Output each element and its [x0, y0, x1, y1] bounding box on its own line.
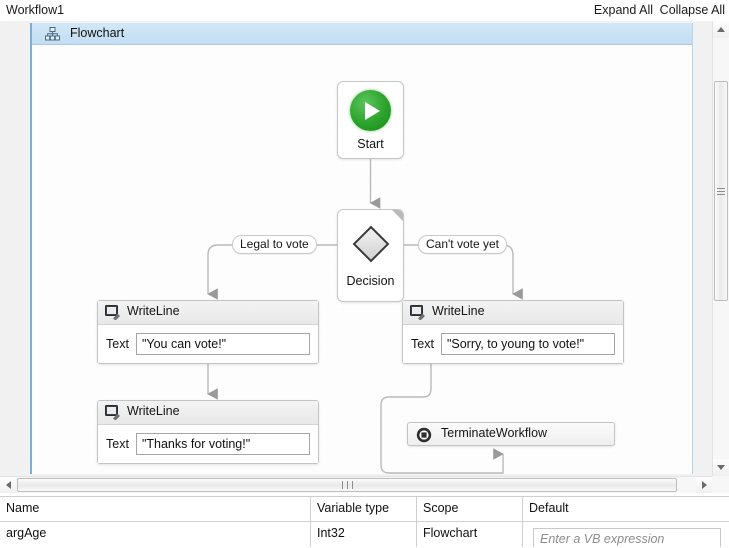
- terminate-icon: [416, 427, 432, 443]
- scroll-right-button[interactable]: [696, 477, 712, 493]
- variable-scope-cell[interactable]: Flowchart: [417, 522, 523, 547]
- scrollbar-corner: [712, 476, 729, 493]
- node-terminate-workflow[interactable]: TerminateWorkflow: [407, 422, 615, 446]
- writeline-thanks-body: Text "Thanks for voting!": [98, 425, 318, 463]
- node-writeline-left[interactable]: WriteLine Text "You can vote!": [97, 300, 319, 364]
- writeline-right-text-input[interactable]: "Sorry, to young to vote!": [440, 333, 615, 355]
- branch-label-true[interactable]: Legal to vote: [232, 235, 317, 254]
- flowchart-label: Flowchart: [70, 26, 125, 40]
- writeline-icon: [105, 405, 121, 421]
- table-row[interactable]: argAge Int32 Flowchart Enter a VB expres…: [0, 522, 729, 547]
- variable-default-input[interactable]: Enter a VB expression: [533, 528, 721, 547]
- node-decision[interactable]: Decision: [337, 209, 404, 302]
- top-bar: Workflow1 Expand All Collapse All: [0, 0, 729, 21]
- decision-label: Decision: [346, 274, 395, 288]
- column-header-scope[interactable]: Scope: [417, 497, 523, 521]
- scroll-down-button[interactable]: [713, 459, 729, 476]
- writeline-left-text-label: Text: [106, 337, 129, 351]
- writeline-icon: [410, 305, 426, 321]
- variable-default-cell: Enter a VB expression: [523, 522, 729, 547]
- workflow-designer: Flowchart Start Decision Legal to vote C…: [0, 21, 729, 476]
- scroll-up-button[interactable]: [713, 21, 729, 38]
- writeline-left-title: WriteLine: [127, 304, 180, 318]
- flowchart-canvas[interactable]: Start Decision Legal to vote Can't vote …: [32, 45, 692, 474]
- writeline-icon: [105, 305, 121, 321]
- workflow-title: Workflow1: [6, 3, 65, 17]
- vertical-scroll-thumb[interactable]: [714, 81, 728, 301]
- variable-type-cell[interactable]: Int32: [311, 522, 417, 547]
- writeline-thanks-title: WriteLine: [127, 404, 180, 418]
- collapse-all-link[interactable]: Collapse All: [660, 3, 725, 17]
- writeline-right-title: WriteLine: [432, 304, 485, 318]
- start-label: Start: [357, 137, 384, 151]
- writeline-right-body: Text "Sorry, to young to vote!": [403, 325, 623, 363]
- writeline-thanks-text-label: Text: [106, 437, 129, 451]
- column-header-name[interactable]: Name: [0, 497, 311, 521]
- node-writeline-thanks[interactable]: WriteLine Text "Thanks for voting!": [97, 400, 319, 464]
- writeline-left-body: Text "You can vote!": [98, 325, 318, 363]
- flowchart-breadcrumb-header[interactable]: Flowchart: [32, 23, 692, 45]
- writeline-thanks-header: WriteLine: [98, 401, 318, 425]
- terminate-workflow-title: TerminateWorkflow: [441, 426, 548, 440]
- chevron-down-icon: [717, 465, 725, 470]
- node-writeline-right[interactable]: WriteLine Text "Sorry, to young to vote!…: [402, 300, 624, 364]
- scroll-left-button[interactable]: [0, 477, 16, 493]
- expand-all-link[interactable]: Expand All: [594, 3, 653, 17]
- diamond-icon: [351, 224, 391, 264]
- flowchart-icon: [45, 27, 60, 41]
- variables-header-row: Name Variable type Scope Default: [0, 497, 729, 522]
- writeline-right-header: WriteLine: [403, 301, 623, 325]
- variables-grid: Name Variable type Scope Default argAge …: [0, 496, 729, 548]
- writeline-thanks-text-input[interactable]: "Thanks for voting!": [135, 433, 310, 455]
- chevron-left-icon: [5, 481, 11, 489]
- column-header-type[interactable]: Variable type: [311, 497, 417, 521]
- branch-label-false[interactable]: Can't vote yet: [418, 235, 507, 254]
- grip-icon: [340, 481, 355, 489]
- flowchart-canvas-frame: Flowchart Start Decision Legal to vote C…: [30, 23, 693, 474]
- horizontal-scrollbar[interactable]: [0, 476, 712, 493]
- column-header-default[interactable]: Default: [523, 497, 729, 521]
- collapse-corner-icon[interactable]: [392, 210, 403, 221]
- play-icon: [350, 90, 391, 131]
- variable-name-cell[interactable]: argAge: [0, 522, 311, 547]
- vertical-scrollbar[interactable]: [712, 21, 729, 476]
- writeline-right-text-label: Text: [411, 337, 434, 351]
- grip-icon: [717, 186, 725, 197]
- node-start[interactable]: Start: [337, 81, 404, 159]
- chevron-up-icon: [717, 27, 725, 32]
- horizontal-scroll-thumb[interactable]: [17, 478, 677, 492]
- writeline-left-header: WriteLine: [98, 301, 318, 325]
- writeline-left-text-input[interactable]: "You can vote!": [135, 333, 310, 355]
- chevron-right-icon: [701, 481, 707, 489]
